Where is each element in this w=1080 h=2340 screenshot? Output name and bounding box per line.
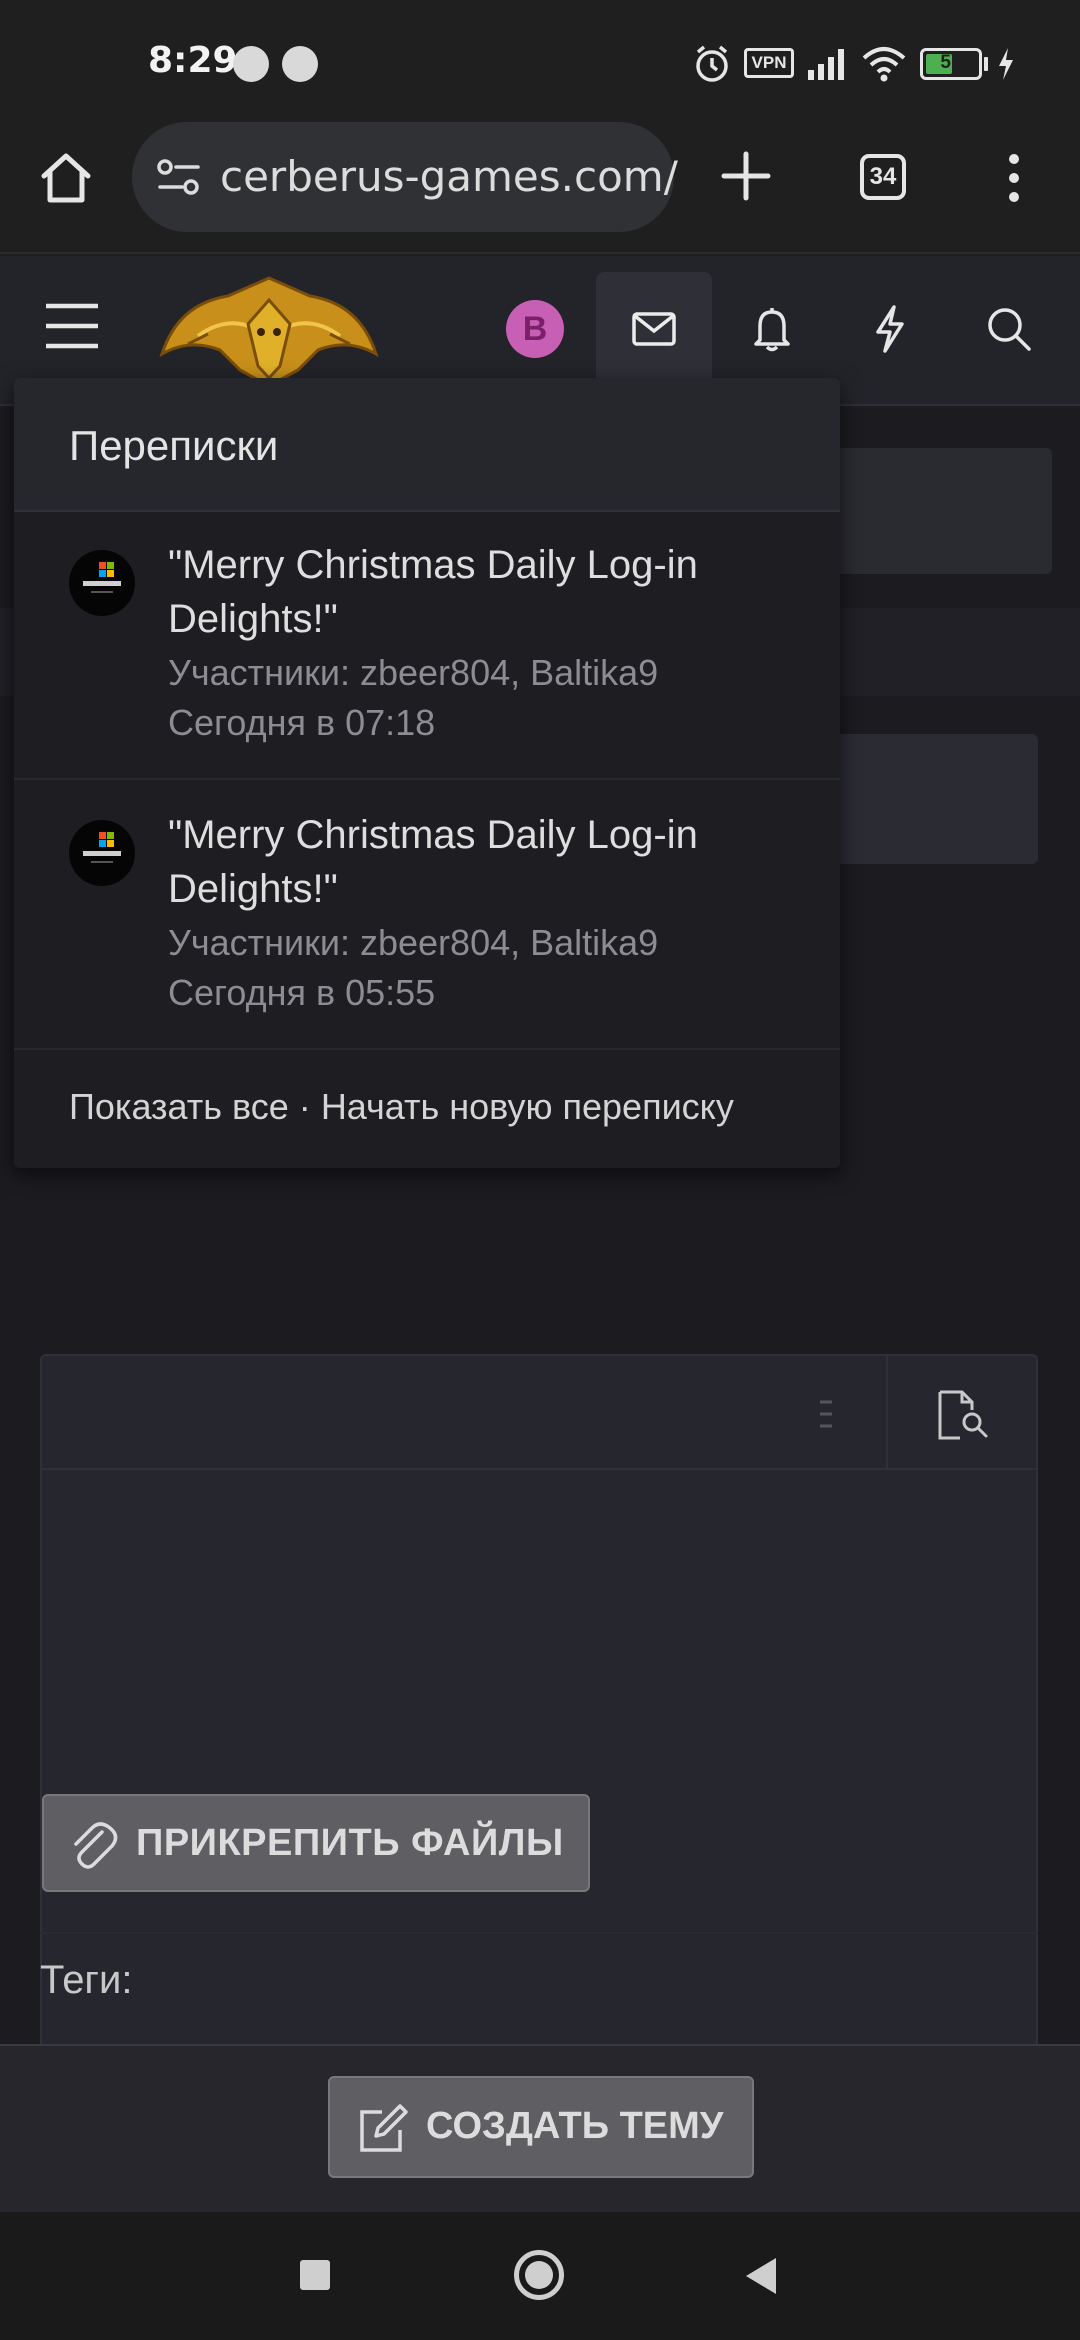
conversation-item[interactable]: "Merry Christmas Daily Log-in Delights!"… <box>14 782 840 1050</box>
url-text: cerberus-games.com/ <box>220 152 678 201</box>
conversation-item[interactable]: "Merry Christmas Daily Log-in Delights!"… <box>14 512 840 780</box>
home-icon[interactable] <box>38 150 94 206</box>
site-logo[interactable] <box>158 274 380 390</box>
message-editor[interactable] <box>40 1354 1038 2154</box>
notification-dot-icon <box>282 46 318 82</box>
tags-label: Теги: <box>40 1958 133 2002</box>
create-thread-label: СОЗДАТЬ ТЕМУ <box>426 2105 724 2147</box>
conversations-dropdown: Переписки "Merry Christmas Daily Log-in … <box>14 378 840 1168</box>
new-tab-icon[interactable] <box>720 150 772 202</box>
recents-button[interactable] <box>300 2260 330 2290</box>
editor-toolbar <box>42 1356 1036 1470</box>
start-new-conversation-link[interactable]: Начать новую переписку <box>321 1086 734 1127</box>
dropdown-footer: Показать все · Начать новую переписку <box>69 1086 734 1128</box>
conversation-time: Сегодня в 07:18 <box>168 702 436 743</box>
site-settings-icon[interactable] <box>156 156 202 198</box>
more-options-icon[interactable] <box>816 1396 836 1432</box>
vpn-icon: VPN <box>744 48 794 78</box>
preview-button[interactable] <box>886 1356 1036 1470</box>
lightning-icon[interactable] <box>872 304 908 354</box>
home-button[interactable] <box>514 2250 564 2300</box>
signal-icon <box>808 49 844 80</box>
create-thread-button[interactable]: СОЗДАТЬ ТЕМУ <box>328 2076 754 2178</box>
menu-icon[interactable] <box>44 302 100 350</box>
attach-files-label: ПРИКРЕПИТЬ ФАЙЛЫ <box>136 1822 564 1864</box>
conversation-subject[interactable]: "Merry Christmas Daily Log-in Delights!" <box>168 538 808 646</box>
footer-separator: · <box>298 1086 311 1127</box>
form-submit-bar: СОЗДАТЬ ТЕМУ <box>0 2044 1080 2212</box>
status-time: 8:29 <box>148 40 238 81</box>
battery-tip <box>984 57 988 71</box>
tab-switcher-button[interactable]: 34 <box>860 154 906 200</box>
wifi-icon <box>862 47 906 82</box>
background-block <box>830 734 1038 864</box>
battery-icon: 51 <box>920 48 982 80</box>
system-navigation-bar <box>0 2212 1080 2340</box>
browser-toolbar: cerberus-games.com/ 34 <box>0 120 1080 254</box>
alarm-icon <box>696 45 728 82</box>
bell-icon[interactable] <box>752 306 792 352</box>
conversation-participants: Участники: zbeer804, Baltika9 <box>168 922 659 963</box>
more-menu-icon[interactable] <box>1000 150 1028 206</box>
notification-dot-icon <box>233 46 269 82</box>
preview-icon <box>938 1390 988 1440</box>
edit-icon <box>360 2104 408 2152</box>
conversation-avatar[interactable] <box>69 550 135 616</box>
background-block <box>830 448 1052 574</box>
search-icon[interactable] <box>986 306 1032 352</box>
back-button[interactable] <box>742 2256 778 2296</box>
windows-logo-icon <box>83 832 121 863</box>
conversation-subject[interactable]: "Merry Christmas Daily Log-in Delights!" <box>168 808 808 916</box>
conversation-participants: Участники: zbeer804, Baltika9 <box>168 652 659 693</box>
paperclip-icon <box>74 1822 118 1869</box>
conversation-time: Сегодня в 05:55 <box>168 972 436 1013</box>
charging-icon <box>999 48 1013 80</box>
user-avatar[interactable]: B <box>506 300 564 358</box>
conversation-avatar[interactable] <box>69 820 135 886</box>
windows-logo-icon <box>83 562 121 593</box>
show-all-link[interactable]: Показать все <box>69 1086 289 1127</box>
status-bar: 8:29 VPN 51 <box>0 0 1080 120</box>
address-bar[interactable]: cerberus-games.com/ <box>132 122 678 232</box>
dropdown-header: Переписки <box>14 378 840 512</box>
inbox-icon <box>632 312 676 346</box>
dropdown-title: Переписки <box>69 422 279 469</box>
attach-files-button[interactable]: ПРИКРЕПИТЬ ФАЙЛЫ <box>42 1794 590 1892</box>
divider <box>40 1932 1038 1934</box>
